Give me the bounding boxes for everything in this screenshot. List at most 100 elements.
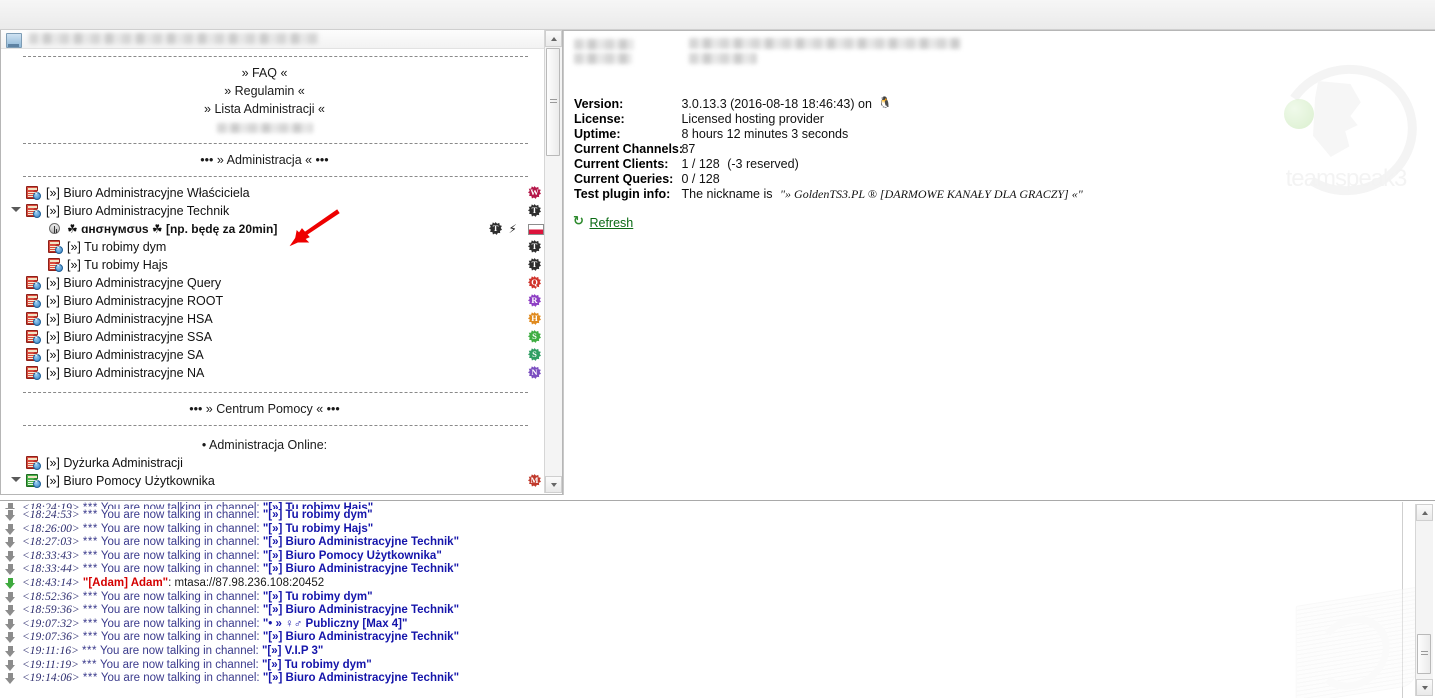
channel-row-tu-robimy-dym[interactable]: [»] Tu robimy dym T xyxy=(1,238,546,256)
info-reserved-slots: (-3 reserved) xyxy=(727,157,799,172)
scroll-down-button[interactable] xyxy=(1416,679,1433,696)
chat-timestamp: <19:11:16> xyxy=(22,645,79,657)
poland-flag-icon xyxy=(528,224,544,235)
server-group-badges: R xyxy=(525,293,542,309)
group-badge-t: T xyxy=(528,203,542,218)
chat-stars: *** xyxy=(83,509,98,521)
chat-timestamp: <19:07:36> xyxy=(22,631,80,643)
info-key: Current Clients: xyxy=(574,157,678,172)
chat-stars: *** xyxy=(83,550,98,562)
chat-log[interactable]: <18:24:19> *** You are now talking in ch… xyxy=(0,502,1398,698)
scroll-down-button[interactable] xyxy=(545,476,562,493)
channel-tree-scrollbar[interactable] xyxy=(544,30,562,493)
chat-line: <18:24:53> *** You are now talking in ch… xyxy=(0,509,1398,523)
channel-icon xyxy=(26,456,41,470)
channel-row-tu-robimy-hajs[interactable]: [»] Tu robimy Hajs T xyxy=(1,256,546,274)
channel-label: [»] Tu robimy Hajs xyxy=(67,256,168,274)
channel-icon xyxy=(26,366,41,380)
channel-row-hsa[interactable]: [»] Biuro Administracyjne HSA H xyxy=(1,310,546,328)
tree-link-regulamin[interactable]: » Regulamin « xyxy=(1,82,546,100)
server-root-row[interactable] xyxy=(1,30,546,49)
info-row-current-queries: Current Queries: 0 / 128 xyxy=(574,172,1083,187)
info-row-version: Version: 3.0.13.3 (2016-08-18 18:46:43) … xyxy=(574,97,1083,112)
channel-join-arrow-icon xyxy=(5,551,16,563)
scrollbar-thumb[interactable] xyxy=(546,48,560,156)
group-badge-n: N xyxy=(528,365,542,380)
channel-label: [»] Biuro Pomocy Użytkownika xyxy=(46,472,215,490)
expand-collapse-icon[interactable] xyxy=(11,477,20,486)
refresh-link[interactable]: Refresh xyxy=(589,216,633,230)
server-info-pane: Version: 3.0.13.3 (2016-08-18 18:46:43) … xyxy=(563,30,1435,495)
chat-scrollbar[interactable] xyxy=(1415,504,1433,696)
channel-icon xyxy=(26,330,41,344)
teamspeak-client-window: » FAQ « » Regulamin « » Lista Administra… xyxy=(0,0,1435,698)
chat-stars: *** xyxy=(83,563,98,575)
chat-line: <18:33:43> *** You are now talking in ch… xyxy=(0,550,1398,564)
chat-channel: "[»] Tu robimy dym" xyxy=(263,509,373,521)
group-badge-q: Q xyxy=(528,275,542,290)
info-value: The nickname is xyxy=(681,187,772,202)
expand-collapse-icon[interactable] xyxy=(11,207,20,216)
scroll-up-button[interactable] xyxy=(1416,504,1433,521)
info-key: Test plugin info: xyxy=(574,187,678,202)
chat-log-pane[interactable]: <18:24:19> *** You are now talking in ch… xyxy=(0,500,1435,698)
group-badge-m: M xyxy=(528,473,542,488)
chat-line: <19:11:16> *** You are now talking in ch… xyxy=(0,645,1398,659)
scroll-up-button[interactable] xyxy=(545,30,562,47)
group-badge-t: T xyxy=(528,239,542,254)
channel-row-wlasciciela[interactable]: [»] Biuro Administracyjne Właściciela W xyxy=(1,184,546,202)
channel-tree-pane[interactable]: » FAQ « » Regulamin « » Lista Administra… xyxy=(0,30,563,495)
server-group-badges: S xyxy=(525,347,542,363)
chat-timestamp: <18:59:36> xyxy=(22,604,80,616)
tree-link-lista-administracji[interactable]: » Lista Administracji « xyxy=(1,100,546,118)
teamspeak-watermark: teamspeak3 xyxy=(1257,59,1427,199)
group-badge-h: H xyxy=(528,311,542,326)
client-badges: T xyxy=(489,221,544,237)
info-key: Uptime: xyxy=(574,127,678,142)
server-group-badges: T xyxy=(525,239,542,255)
chat-text: You are now talking in channel: xyxy=(101,523,260,535)
channel-row-root[interactable]: [»] Biuro Administracyjne ROOT R xyxy=(1,292,546,310)
chat-timestamp: <19:07:32> xyxy=(22,618,80,630)
info-value: Licensed hosting provider xyxy=(681,112,823,127)
channel-tree-scroll-area[interactable]: » FAQ « » Regulamin « » Lista Administra… xyxy=(1,49,546,493)
tree-line-redacted xyxy=(1,118,546,136)
channel-row-ssa[interactable]: [»] Biuro Administracyjne SSA S xyxy=(1,328,546,346)
client-row-anonymous[interactable]: ☘ ɑнσнγмσυs ☘ [np. będę za 20min] T xyxy=(1,220,546,238)
channel-join-arrow-icon xyxy=(5,619,16,631)
chat-line: <19:07:32> *** You are now talking in ch… xyxy=(0,618,1398,632)
tree-link-faq[interactable]: » FAQ « xyxy=(1,64,546,82)
refresh-control[interactable]: Refresh xyxy=(574,216,633,230)
channel-icon xyxy=(48,240,63,254)
channel-row-query[interactable]: [»] Biuro Administracyjne Query Q xyxy=(1,274,546,292)
chat-channel: "[»] V.I.P 3" xyxy=(262,645,323,657)
channel-row-technik[interactable]: [»] Biuro Administracyjne Technik T xyxy=(1,202,546,220)
channel-join-arrow-icon xyxy=(5,646,16,658)
chat-text: You are now talking in channel: xyxy=(101,563,260,575)
watermark-text: teamspeak3 xyxy=(1271,165,1421,193)
channel-label: [»] Biuro Administracyjne SA xyxy=(46,346,204,364)
chat-text: You are now talking in channel: xyxy=(100,645,259,657)
channel-row-sa[interactable]: [»] Biuro Administracyjne SA S xyxy=(1,346,546,364)
chat-line: <19:11:19> *** You are now talking in ch… xyxy=(0,659,1398,673)
channel-icon xyxy=(26,204,41,218)
chat-timestamp: <18:26:00> xyxy=(22,523,80,535)
group-badge-s: S xyxy=(528,347,542,362)
channel-label: [»] Biuro Administracyjne Technik xyxy=(46,202,229,220)
channel-row-na[interactable]: [»] Biuro Administracyjne NA N xyxy=(1,364,546,382)
info-value: 1 / 128 xyxy=(681,157,719,172)
server-group-badges: M xyxy=(525,473,542,489)
channel-row-dyzurka[interactable]: [»] Dyżurka Administracji xyxy=(1,454,546,472)
chat-line: <18:26:00> *** You are now talking in ch… xyxy=(0,523,1398,537)
chat-text: You are now talking in channel: xyxy=(101,550,260,562)
group-badge-t: T xyxy=(528,257,542,272)
chat-stars: *** xyxy=(83,502,98,509)
channel-icon xyxy=(26,348,41,362)
info-value: 87 xyxy=(681,142,695,157)
channel-join-arrow-icon xyxy=(5,592,16,604)
info-row-current-clients: Current Clients: 1 / 128 (-3 reserved) xyxy=(574,157,1083,172)
chat-timestamp: <18:33:43> xyxy=(22,550,80,562)
info-row-uptime: Uptime: 8 hours 12 minutes 3 seconds xyxy=(574,127,1083,142)
channel-row-biuro-pomocy[interactable]: [»] Biuro Pomocy Użytkownika M xyxy=(1,472,546,490)
scrollbar-thumb[interactable] xyxy=(1417,634,1431,674)
